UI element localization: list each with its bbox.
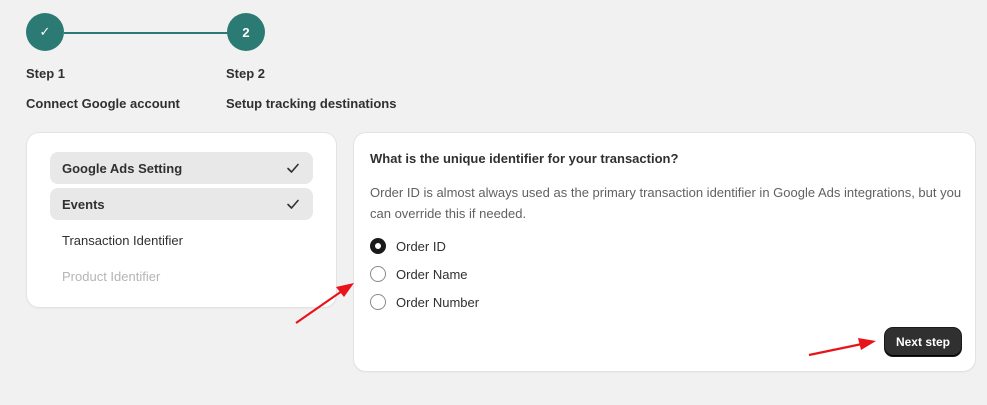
radio-button[interactable] xyxy=(370,294,386,310)
step-1-subtitle: Connect Google account xyxy=(26,96,180,111)
question-title: What is the unique identifier for your t… xyxy=(370,151,679,166)
sidebar-item-label: Transaction Identifier xyxy=(62,232,183,248)
next-step-button[interactable]: Next step xyxy=(884,328,961,356)
sidebar-item-label: Events xyxy=(62,196,105,212)
radio-button[interactable] xyxy=(370,266,386,282)
checkmark-icon xyxy=(287,163,299,173)
sidebar-item-label: Product Identifier xyxy=(62,268,161,284)
step-2-title: Step 2 xyxy=(226,66,266,81)
step-1-title: Step 1 xyxy=(26,66,66,81)
sidebar-item-label: Google Ads Setting xyxy=(62,160,183,176)
step-2-badge: 2 xyxy=(227,13,265,51)
question-description: Order ID is almost always used as the pr… xyxy=(370,185,962,221)
sidebar-item-google-ads-setting[interactable]: Google Ads Setting xyxy=(50,152,313,184)
checkmark-icon xyxy=(287,199,299,209)
sidebar-card: Google Ads Setting Events Transaction Id… xyxy=(27,133,336,307)
radio-order-id[interactable]: Order ID xyxy=(370,236,446,256)
sidebar-item-product-identifier: Product Identifier xyxy=(50,260,313,292)
radio-button-checked[interactable] xyxy=(370,238,386,254)
radio-label: Order Name xyxy=(396,266,468,282)
radio-label: Order ID xyxy=(396,238,446,254)
sidebar-item-transaction-identifier[interactable]: Transaction Identifier xyxy=(50,224,313,256)
step-2-subtitle: Setup tracking destinations xyxy=(226,96,397,111)
stepper: ✓ 2 Step 1 Step 2 Connect Google account… xyxy=(0,0,987,120)
sidebar-item-events[interactable]: Events xyxy=(50,188,313,220)
radio-order-name[interactable]: Order Name xyxy=(370,264,468,284)
radio-label: Order Number xyxy=(396,294,480,310)
step-connector-line xyxy=(64,32,228,34)
step-1-check-icon: ✓ xyxy=(26,13,64,51)
radio-order-number[interactable]: Order Number xyxy=(370,292,479,312)
main-card: What is the unique identifier for your t… xyxy=(354,133,975,371)
